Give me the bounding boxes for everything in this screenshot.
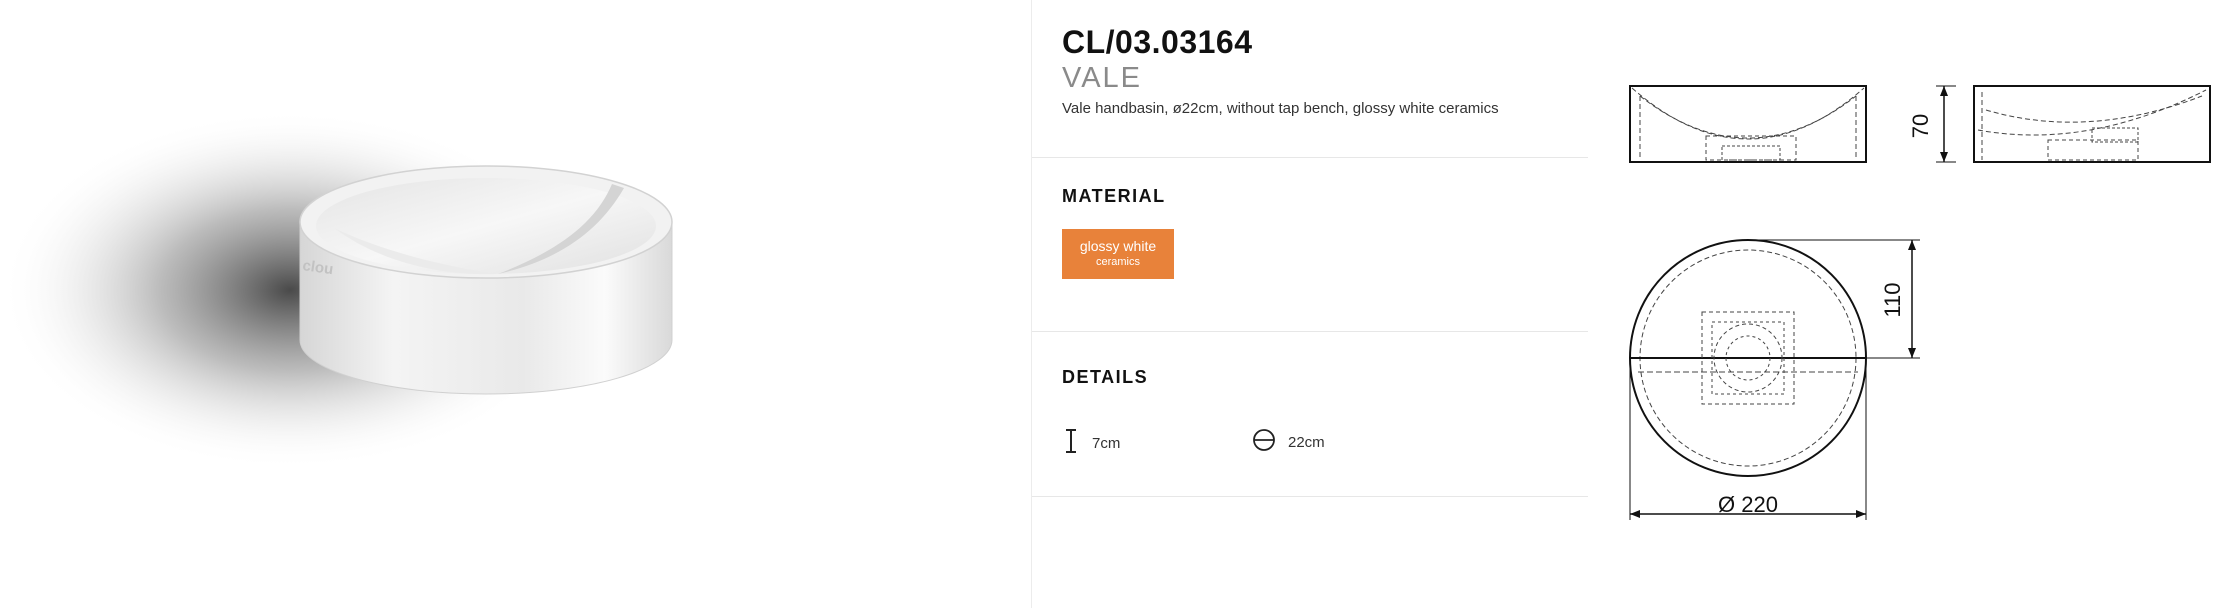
side-section-view — [1629, 85, 1867, 163]
swatch-sublabel: ceramics — [1095, 256, 1140, 268]
top-plan-view — [1629, 239, 1867, 477]
height-dimension: 70 — [1908, 85, 1956, 163]
section-divider — [1032, 157, 1588, 158]
height-icon — [1062, 428, 1080, 459]
height-dimension-label: 70 — [1908, 114, 1933, 138]
technical-drawing-svg: 70 110 Ø 220 — [1629, 85, 2211, 520]
detail-height: 7cm — [1062, 428, 1120, 459]
radius-dimension-label: 110 — [1880, 282, 1905, 317]
product-name: VALE — [1062, 62, 1143, 94]
diameter-value: 22cm — [1288, 434, 1325, 451]
technical-drawings: 70 110 Ø 220 — [1588, 0, 2240, 608]
diameter-dimension: Ø 220 — [1629, 358, 1867, 520]
material-title: MATERIAL — [1062, 186, 1166, 206]
height-value: 7cm — [1092, 435, 1121, 452]
side-elevation-view — [1973, 85, 2211, 163]
swatch-label: glossy white — [1079, 238, 1157, 254]
section-divider — [1032, 496, 1588, 497]
product-code: CL/03.03164 — [1062, 24, 1253, 60]
diameter-icon — [1252, 428, 1276, 457]
radius-dimension: 110 — [1748, 239, 1920, 359]
product-description: Vale handbasin, ø22cm, without tap bench… — [1062, 100, 1499, 117]
product-info: CL/03.03164 VALE Vale handbasin, ø22cm, … — [1032, 0, 1588, 608]
details-title: DETAILS — [1062, 367, 1149, 387]
basin-illustration: clou — [0, 110, 673, 470]
section-divider — [1032, 331, 1588, 332]
product-image: clou — [0, 0, 1030, 608]
detail-diameter: 22cm — [1252, 428, 1325, 457]
diameter-dimension-label: Ø 220 — [1718, 492, 1778, 517]
material-swatch[interactable]: glossy white ceramics — [1062, 229, 1174, 279]
